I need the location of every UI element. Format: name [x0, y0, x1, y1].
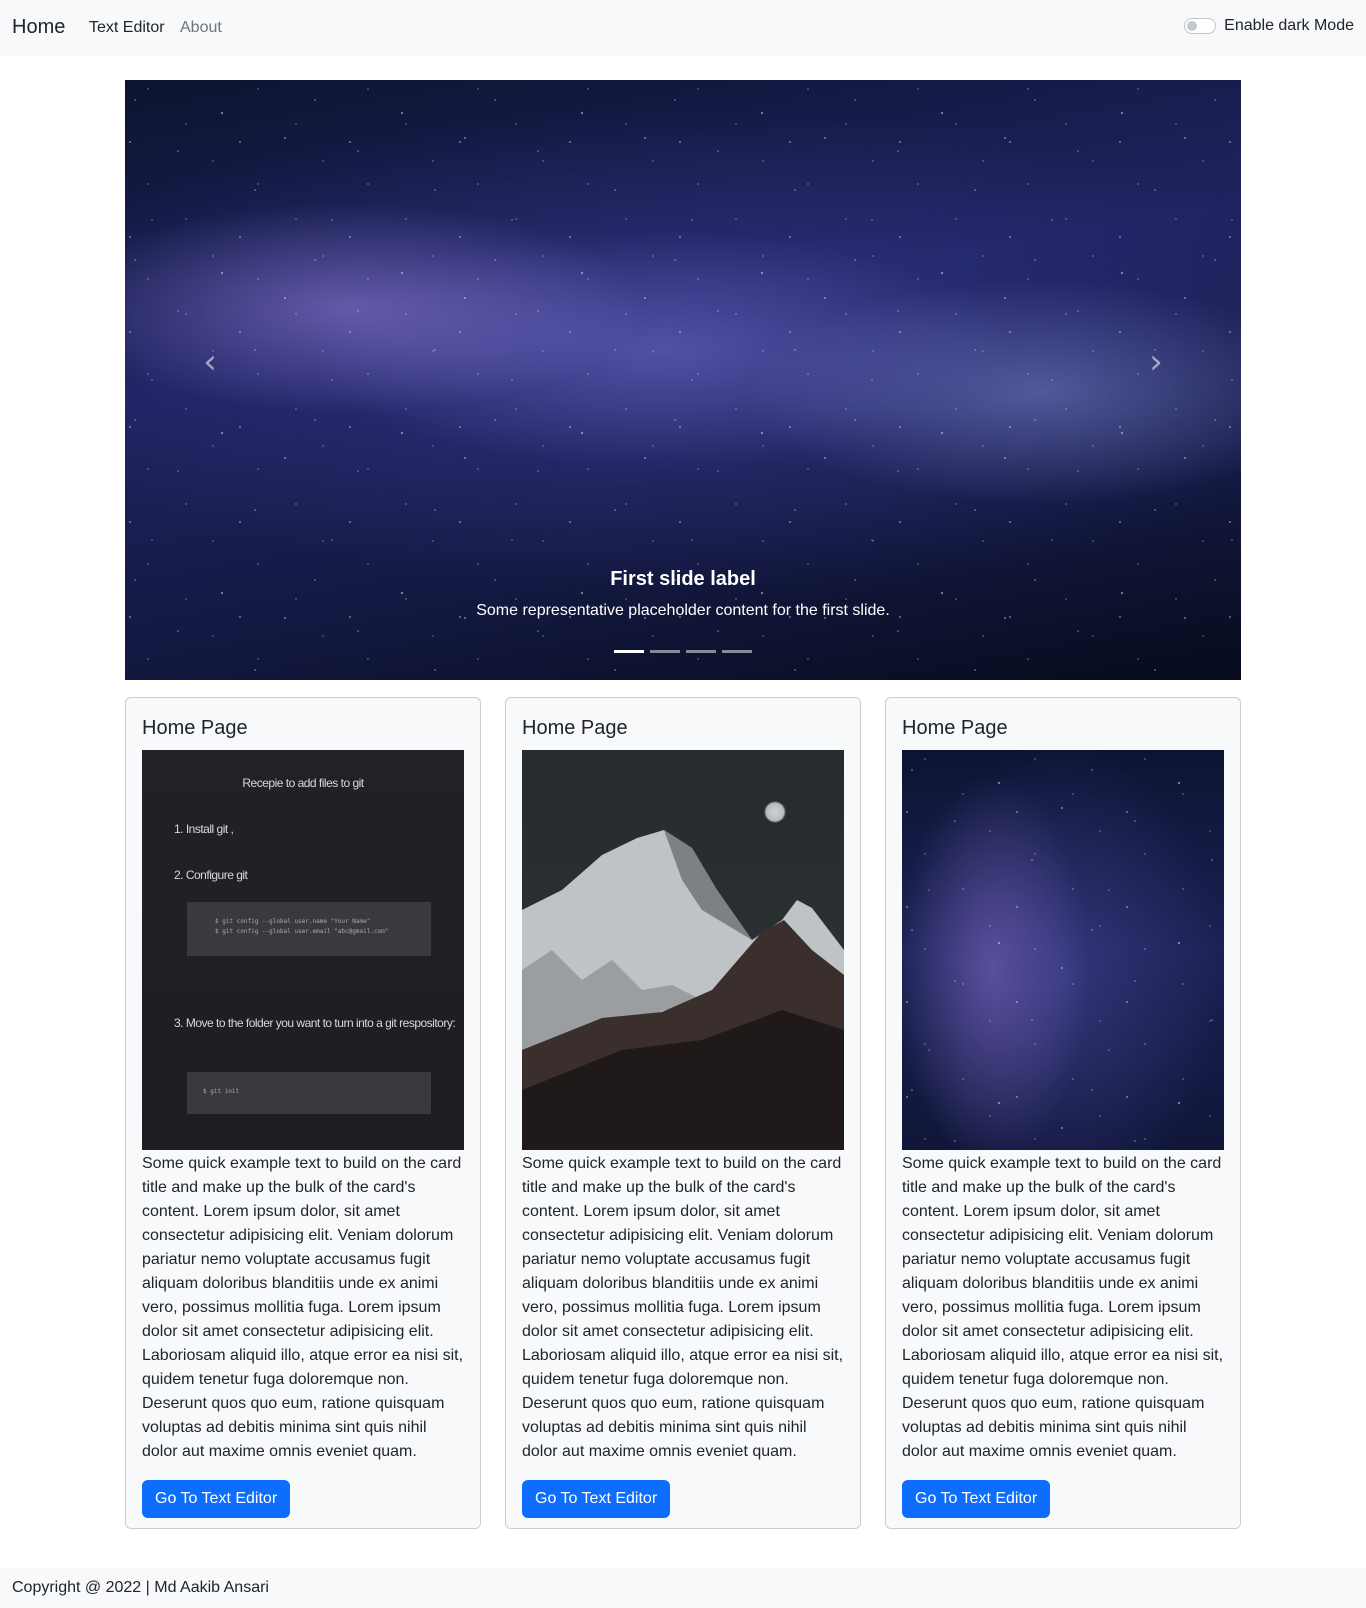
galaxy-image	[902, 750, 1224, 1150]
carousel-prev-button[interactable]: ‹	[190, 342, 230, 382]
go-to-text-editor-button[interactable]: Go To Text Editor	[522, 1480, 671, 1518]
go-to-text-editor-button[interactable]: Go To Text Editor	[902, 1480, 1051, 1518]
footer-copyright: Copyright @ 2022 | Md Aakib Ansari	[12, 1579, 269, 1596]
dark-mode-switch[interactable]	[1184, 18, 1217, 34]
card-title: Home Page	[142, 717, 248, 739]
chevron-left-icon: ‹	[203, 342, 217, 382]
git-code-block-2: $ git init	[187, 1072, 431, 1114]
card-2: Home Page Some quick example text to bui…	[505, 697, 861, 1529]
git-code-line: $ git config --global user.name "Your Na…	[215, 918, 371, 925]
card-text: Some quick example text to build on the …	[142, 1155, 464, 1460]
starfield-overlay	[902, 750, 1224, 1150]
carousel-indicator-4[interactable]	[722, 650, 752, 653]
card-text: Some quick example text to build on the …	[522, 1155, 844, 1460]
dark-mode-toggle[interactable]: Enable dark Mode	[1184, 17, 1354, 35]
git-code-line: $ git config --global user.email "abc@gm…	[215, 928, 389, 935]
navbar: Home Text Editor About Enable dark Mode	[0, 0, 1366, 56]
slide-title: First slide label	[610, 568, 756, 590]
mountain-moon-image	[522, 750, 844, 1150]
go-to-text-editor-button[interactable]: Go To Text Editor	[142, 1480, 291, 1518]
card-1: Home Page Recepie to add files to git 1.…	[125, 697, 481, 1529]
card-title: Home Page	[902, 717, 1008, 739]
hero-carousel: ‹ › First slide label Some representativ…	[125, 80, 1241, 680]
git-code-block-1: $ git config --global user.name "Your Na…	[187, 902, 431, 956]
mountain-illustration	[522, 830, 844, 1150]
card-title: Home Page	[522, 717, 628, 739]
dark-mode-label[interactable]: Enable dark Mode	[1224, 17, 1354, 35]
git-code-line: $ git init	[203, 1088, 240, 1095]
git-step-3: 3. Move to the folder you want to turn i…	[174, 1016, 456, 1030]
git-image-title: Recepie to add files to git	[242, 776, 364, 790]
switch-knob	[1187, 21, 1198, 31]
nav-link-text-editor[interactable]: Text Editor	[89, 19, 165, 37]
carousel-indicators	[614, 650, 758, 653]
carousel-indicator-1[interactable]	[614, 650, 644, 653]
brand-home-link[interactable]: Home	[12, 16, 65, 39]
chevron-right-icon: ›	[1149, 342, 1163, 382]
git-step-2: 2. Configure git	[174, 868, 248, 882]
git-step-1: 1. Install git ,	[174, 822, 234, 836]
nav-link-about[interactable]: About	[180, 19, 222, 37]
card-text: Some quick example text to build on the …	[902, 1155, 1224, 1460]
carousel-next-button[interactable]: ›	[1136, 342, 1176, 382]
footer: Copyright @ 2022 | Md Aakib Ansari	[0, 1568, 1366, 1608]
carousel-indicator-3[interactable]	[686, 650, 716, 653]
git-instructions-image: Recepie to add files to git 1. Install g…	[142, 750, 464, 1150]
slide-text: Some representative placeholder content …	[476, 602, 890, 619]
card-3: Home Page Some quick example text to bui…	[885, 697, 1241, 1529]
carousel-indicator-2[interactable]	[650, 650, 680, 653]
